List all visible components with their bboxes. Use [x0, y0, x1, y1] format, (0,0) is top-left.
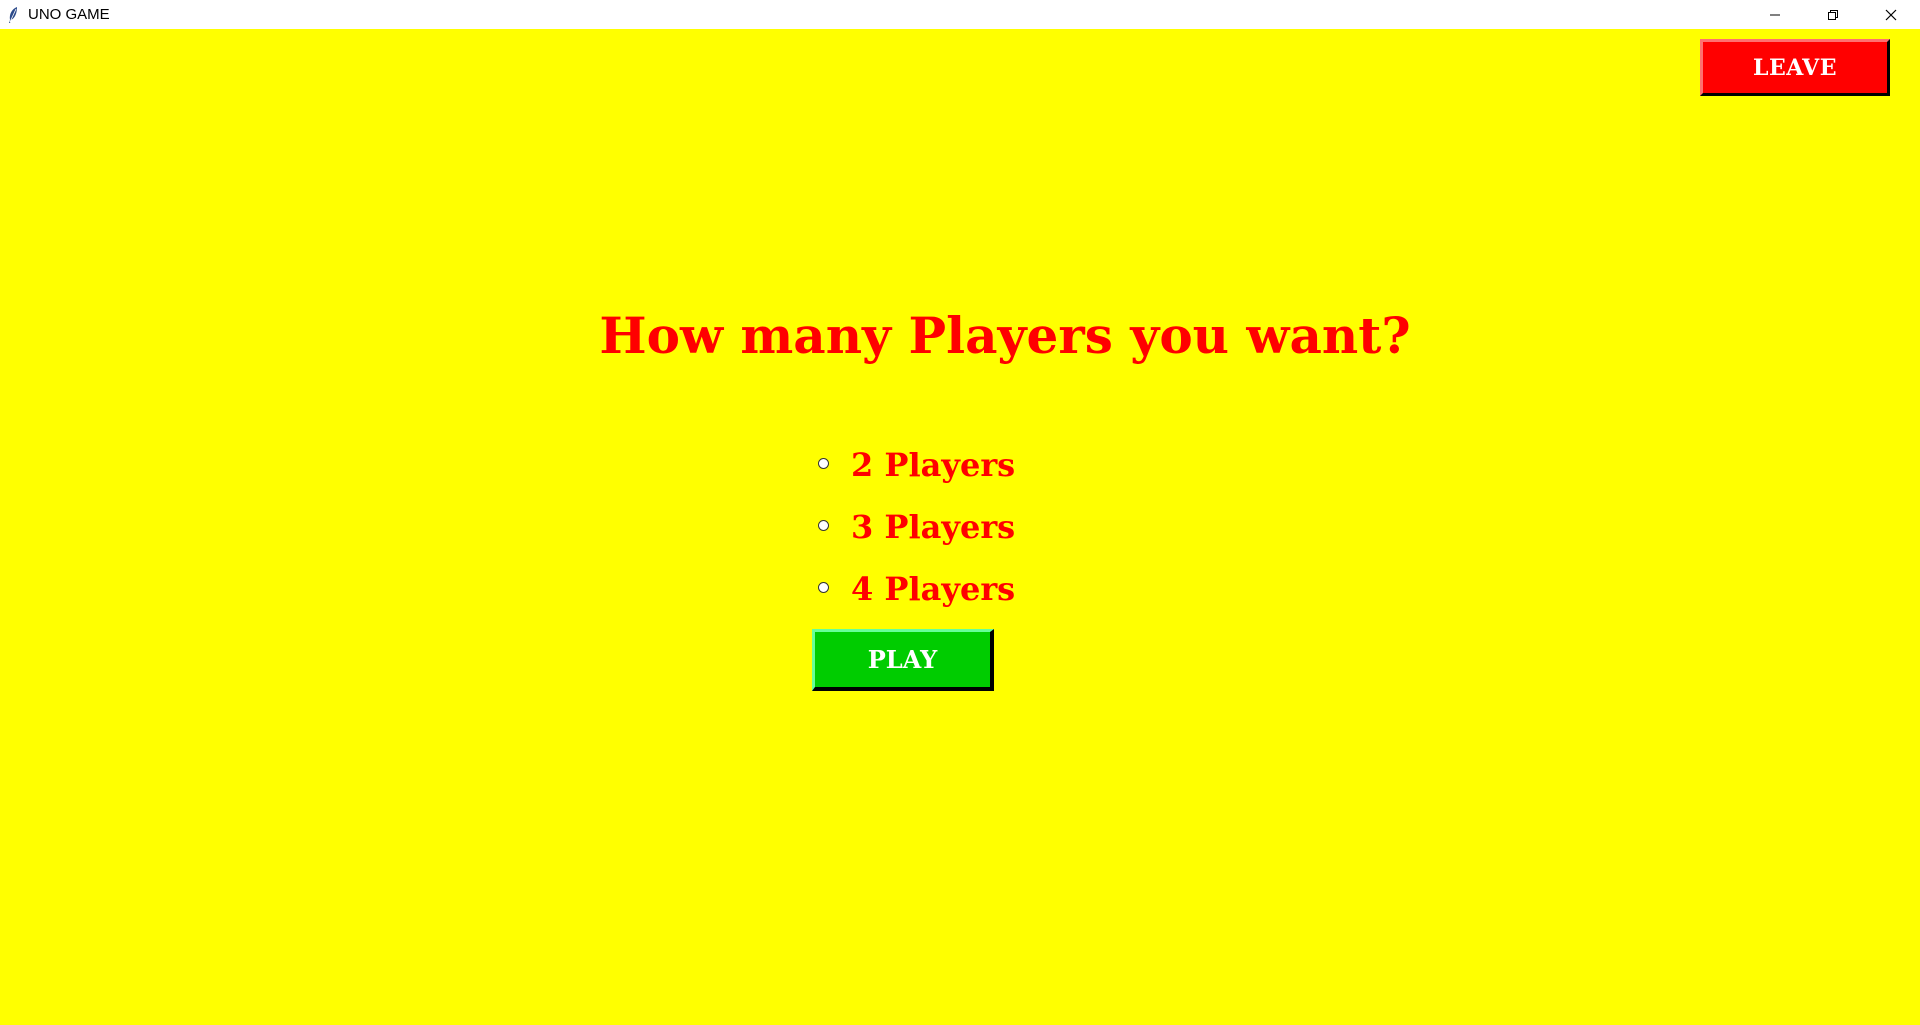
close-icon[interactable]: [1862, 0, 1920, 29]
restore-icon[interactable]: [1804, 0, 1862, 29]
page-title: How many Players you want?: [599, 306, 1411, 365]
radio-button[interactable]: [818, 581, 829, 593]
player-count-options: 2 Players 3 Players 4 Players: [818, 434, 1015, 620]
title-bar: UNO GAME: [0, 0, 1920, 29]
option-3-players[interactable]: 3 Players: [818, 496, 1015, 558]
option-2-players[interactable]: 2 Players: [818, 434, 1015, 496]
play-button[interactable]: PLAY: [812, 629, 994, 691]
option-4-players[interactable]: 4 Players: [818, 558, 1015, 620]
game-canvas: LEAVE How many Players you want? 2 Playe…: [0, 29, 1920, 1025]
option-label: 2 Players: [851, 446, 1016, 484]
window-controls: [1746, 0, 1920, 29]
radio-button[interactable]: [818, 519, 829, 531]
window-title: UNO GAME: [28, 6, 110, 23]
radio-button[interactable]: [818, 457, 829, 469]
feather-icon: [5, 6, 21, 23]
option-label: 4 Players: [851, 570, 1016, 608]
option-label: 3 Players: [851, 508, 1016, 546]
leave-button[interactable]: LEAVE: [1700, 39, 1890, 96]
minimize-icon[interactable]: [1746, 0, 1804, 29]
